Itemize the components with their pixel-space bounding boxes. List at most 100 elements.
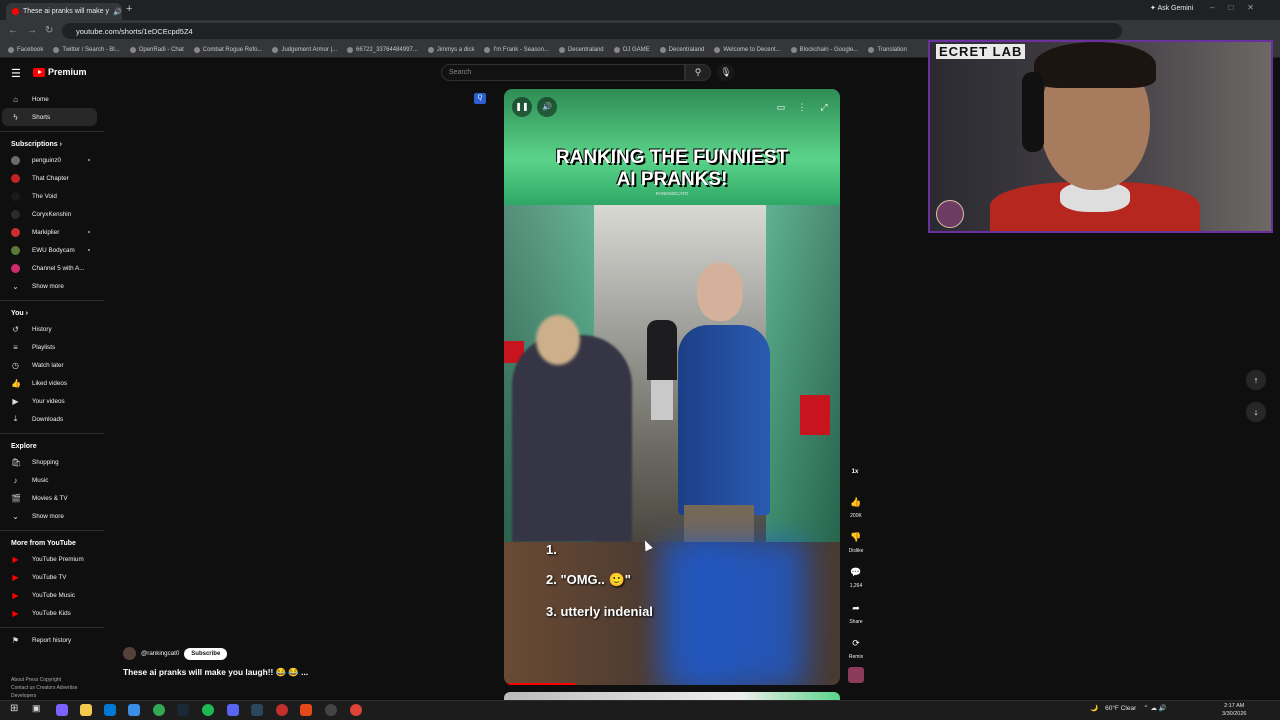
subscription-item[interactable]: That Chapter xyxy=(0,169,104,187)
fullscreen-icon[interactable]: ⤢ xyxy=(816,99,832,115)
bookmark-item[interactable]: Twitter / Search - Bl... xyxy=(53,46,120,53)
sidebar-item-movies[interactable]: 🎬 Movies & TV xyxy=(0,489,104,507)
bookmark-item[interactable]: Facebook xyxy=(8,46,43,53)
system-tray[interactable]: 🌙 60°F Clear ⌃ ☁ 🔊 xyxy=(1090,704,1167,713)
outlook-icon[interactable] xyxy=(104,704,116,716)
steam-icon[interactable] xyxy=(251,704,263,716)
app-icon[interactable] xyxy=(276,704,288,716)
bookmark-item[interactable]: Decentraland xyxy=(659,46,704,53)
previous-short-button[interactable]: ↑ xyxy=(1246,370,1266,390)
window-controls[interactable]: –□✕ xyxy=(1210,3,1268,12)
task-view-icon[interactable]: ▣ xyxy=(32,703,41,714)
bookmark-item[interactable]: Blockchain - Google... xyxy=(790,46,858,53)
discord-icon[interactable] xyxy=(227,704,239,716)
volume-icon[interactable]: 🔊 xyxy=(537,97,557,117)
search-icon[interactable]: ⚲ xyxy=(685,64,711,81)
bookmark-item[interactable]: Judgement Armor |... xyxy=(272,46,337,53)
report-history-link[interactable]: ⚑ Report history xyxy=(0,631,104,649)
taskbar-clock[interactable]: 2:17 AM 3/30/2026 xyxy=(1222,702,1246,718)
bookmark-item[interactable]: OpenRadi - Chat xyxy=(129,46,184,53)
new-tab-button[interactable]: + xyxy=(126,3,132,15)
show-more-explore[interactable]: ⌄ Show more xyxy=(0,507,104,525)
explore-heading[interactable]: Explore xyxy=(0,437,104,453)
new-content-dot xyxy=(88,231,90,233)
obs-icon[interactable] xyxy=(325,704,337,716)
video-progress-bar[interactable] xyxy=(504,683,575,685)
youtube-app-link[interactable]: ▶ YouTube TV xyxy=(0,568,104,586)
more-options-icon[interactable]: ⋮ xyxy=(794,99,810,115)
subscription-item[interactable]: Markiplier xyxy=(0,223,104,241)
footer-links[interactable]: Developers xyxy=(11,692,103,700)
new-content-dot xyxy=(88,159,90,161)
ask-gemini-button[interactable]: ✦ Ask Gemini xyxy=(1150,4,1193,12)
store-icon[interactable] xyxy=(128,704,140,716)
footer-links[interactable]: About Press Copyright xyxy=(11,676,103,684)
captions-icon[interactable]: ▭ xyxy=(773,99,789,115)
comments-button[interactable]: 💬 1,264 xyxy=(841,564,871,589)
subscription-item[interactable]: CoryxKenshin xyxy=(0,205,104,223)
bookmark-item[interactable]: Jimmys a dick xyxy=(427,46,474,53)
subscription-item[interactable]: The Void xyxy=(0,187,104,205)
remix-button[interactable]: ⟳ Remix xyxy=(841,635,871,660)
you-heading[interactable]: You › xyxy=(0,304,104,320)
chrome-icon[interactable] xyxy=(153,704,165,716)
url-field[interactable]: youtube.com/shorts/1eDCEcpd5Z4 xyxy=(62,23,1122,39)
sidebar-item-shorts[interactable]: ϟ Shorts xyxy=(2,108,97,126)
sidebar-item-download[interactable]: ⤓ Downloads xyxy=(0,410,104,428)
app-icon[interactable] xyxy=(300,704,312,716)
bookmark-item[interactable]: OJ GAME xyxy=(613,46,650,53)
bookmark-item[interactable]: I'm Frank - Season... xyxy=(484,46,549,53)
bookmark-item[interactable]: Welcome to Decent... xyxy=(714,46,781,53)
bookmark-item[interactable]: Combat Rogue Refo... xyxy=(193,46,262,53)
sidebar-item-home[interactable]: ⌂ Home xyxy=(0,90,104,108)
sidebar-item-playlists[interactable]: ≡ Playlists xyxy=(0,338,104,356)
youtube-app-link[interactable]: ▶ YouTube Music xyxy=(0,586,104,604)
pause-icon[interactable]: ❚❚ xyxy=(512,97,532,117)
chrome-icon[interactable] xyxy=(350,704,362,716)
subscriptions-heading[interactable]: Subscriptions › xyxy=(0,135,104,151)
sidebar-item-your-videos[interactable]: ▶ Your videos xyxy=(0,392,104,410)
bookmark-item[interactable]: 66722_33764484997... xyxy=(347,46,418,53)
audio-thumbnail[interactable] xyxy=(848,667,864,683)
dislike-button[interactable]: 👎 Dislike xyxy=(841,529,871,554)
copilot-icon[interactable] xyxy=(56,704,68,716)
youtube-premium-logo[interactable]: Premium xyxy=(33,67,87,77)
next-short-button[interactable]: ↓ xyxy=(1246,402,1266,422)
next-short-preview[interactable] xyxy=(504,692,840,700)
sidebar-item-music[interactable]: ♪ Music xyxy=(0,471,104,489)
subscribe-button[interactable]: Subscribe xyxy=(184,647,228,660)
extension-badge-icon[interactable]: Q xyxy=(474,93,486,104)
sidebar-item-watch-later[interactable]: ◷ Watch later xyxy=(0,356,104,374)
tray-icons[interactable]: ⌃ ☁ 🔊 xyxy=(1143,704,1167,712)
bookmark-item[interactable]: Translation xyxy=(868,46,907,53)
footer-links[interactable]: Contact us Creators Advertise xyxy=(11,684,103,692)
hamburger-menu-icon[interactable]: ☰ xyxy=(11,67,21,80)
file-explorer-icon[interactable] xyxy=(80,704,92,716)
like-button[interactable]: 👍 200K xyxy=(841,494,871,519)
youtube-app-link[interactable]: ▶ YouTube Premium xyxy=(0,550,104,568)
sidebar-item-like[interactable]: 👍 Liked videos xyxy=(0,374,104,392)
forward-icon[interactable]: → xyxy=(27,25,37,36)
start-icon[interactable]: ⊞ xyxy=(10,703,18,714)
more-from-youtube-heading[interactable]: More from YouTube xyxy=(0,534,104,550)
sidebar-item-shopping[interactable]: 🛍 Shopping xyxy=(0,453,104,471)
microphone-icon[interactable]: 🎙 xyxy=(717,64,735,81)
sidebar-item-history[interactable]: ↺ History xyxy=(0,320,104,338)
bookmark-item[interactable]: Decentraland xyxy=(558,46,604,53)
playback-speed-badge[interactable]: 1x xyxy=(846,466,864,484)
search-input[interactable]: Search xyxy=(441,64,685,81)
subscription-item[interactable]: Channel 5 with A... xyxy=(0,259,104,277)
subscription-item[interactable]: penguinz0 xyxy=(0,151,104,169)
short-video-player[interactable]: RANKING THE FUNNIEST AI PRANKS! RANKINGC… xyxy=(504,89,840,685)
channel-avatar[interactable] xyxy=(123,647,136,660)
reload-icon[interactable]: ↻ xyxy=(45,25,53,36)
youtube-app-link[interactable]: ▶ YouTube Kids xyxy=(0,604,104,622)
steam-icon[interactable] xyxy=(177,704,189,716)
share-button[interactable]: ➦ Share xyxy=(841,600,871,625)
subscription-item[interactable]: EWU Bodycam xyxy=(0,241,104,259)
channel-name[interactable]: @rankingcat0 xyxy=(141,650,179,657)
show-more-subscriptions[interactable]: ⌄ Show more xyxy=(0,277,104,295)
browser-tab[interactable]: These ai pranks will make y 🔊 ✕ xyxy=(6,3,122,20)
spotify-icon[interactable] xyxy=(202,704,214,716)
back-icon[interactable]: ← xyxy=(8,25,18,36)
